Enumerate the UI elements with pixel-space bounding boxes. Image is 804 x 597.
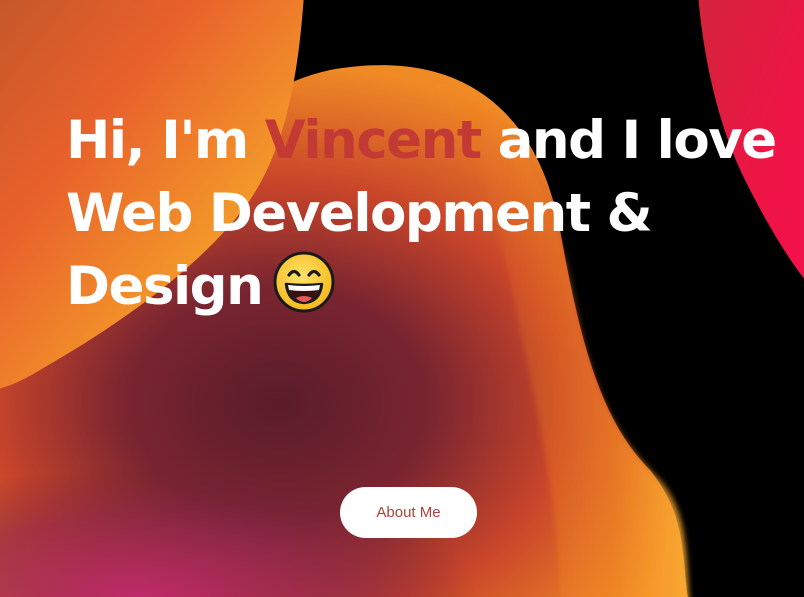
grinning-face-emoji-icon: [273, 251, 335, 313]
name-highlight: Vincent: [264, 110, 482, 171]
hero-headline: Hi, I'm Vincent and I love Web Developme…: [66, 104, 786, 323]
greeting-prefix: Hi, I'm: [66, 110, 265, 171]
hero-section: Hi, I'm Vincent and I love Web Developme…: [0, 0, 804, 597]
about-me-button[interactable]: About Me: [340, 487, 477, 538]
